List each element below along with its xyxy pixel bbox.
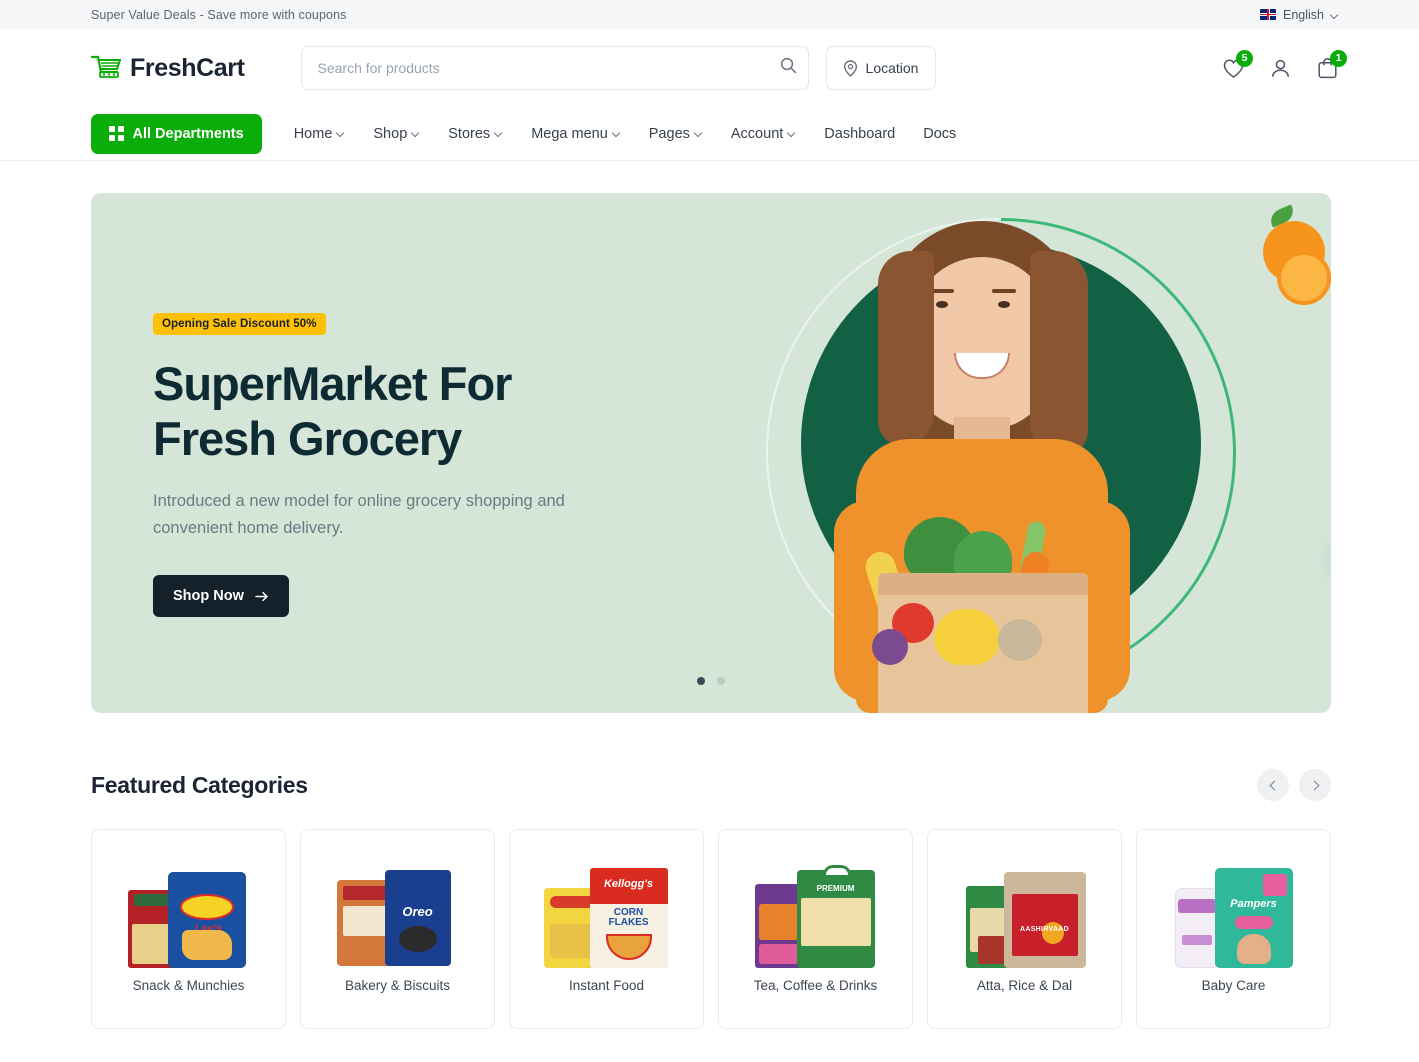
category-label: Snack & Munchies — [132, 977, 245, 993]
chevron-down-icon — [337, 130, 345, 138]
category-image-baby-care: Pampers — [1169, 866, 1299, 970]
hero-subtitle: Introduced a new model for online grocer… — [153, 492, 565, 537]
nav-label: Docs — [923, 125, 957, 142]
hero-title-line1: SuperMarket For — [153, 357, 512, 410]
nav-label: Account — [730, 125, 784, 142]
hero-illustration: Kiwi - 4 pcs 4.9 ( 3450 reviews ) Delive… — [691, 193, 1331, 713]
carousel-dot-1[interactable] — [697, 677, 705, 685]
search-icon — [780, 57, 796, 74]
search-input[interactable] — [300, 46, 809, 90]
hero-copy: Opening Sale Discount 50% SuperMarket Fo… — [153, 313, 673, 618]
category-card-tea-coffee[interactable]: PREMIUM Tea, Coffee & Drinks — [718, 829, 913, 1029]
nav-label: Stores — [448, 125, 491, 142]
nav-label: Shop — [373, 125, 408, 142]
all-departments-button[interactable]: All Departments — [91, 113, 262, 154]
nav-label: Dashboard — [824, 125, 896, 142]
nav-label: Pages — [648, 125, 690, 142]
orange-slice — [1277, 251, 1331, 305]
category-card-bakery[interactable]: Oreo Bakery & Biscuits — [300, 829, 495, 1029]
chevron-down-icon — [495, 130, 503, 138]
chevron-down-icon — [613, 130, 621, 138]
category-label: Atta, Rice & Dal — [976, 977, 1073, 993]
search-button[interactable] — [780, 57, 797, 77]
promo-text: Super Value Deals - Save more with coupo… — [91, 7, 347, 22]
hero-discount-badge: Opening Sale Discount 50% — [153, 313, 326, 335]
nav-label: Mega menu — [531, 125, 608, 142]
location-label: Location — [865, 60, 919, 76]
shop-now-button[interactable]: Shop Now — [153, 575, 289, 618]
uk-flag-icon — [1260, 9, 1276, 20]
nav-item-home[interactable]: Home — [280, 126, 360, 142]
chevron-right-icon — [1309, 780, 1319, 790]
cart-badge: 1 — [1330, 49, 1347, 67]
category-label: Tea, Coffee & Drinks — [753, 977, 878, 993]
categories-next-button[interactable] — [1299, 769, 1331, 801]
wishlist-badge: 5 — [1236, 49, 1253, 67]
carousel-dot-2[interactable] — [717, 677, 725, 685]
category-label: Instant Food — [568, 977, 645, 993]
cart-button[interactable]: 1 — [1316, 49, 1347, 80]
hero-carousel-dots — [697, 677, 725, 685]
nav-item-mega-menu[interactable]: Mega menu — [517, 126, 635, 142]
nav-items: Home Shop Stores Mega menu Pages Account… — [280, 126, 971, 142]
site-header: FreshCart Location 5 — [0, 29, 1419, 107]
category-image-tea-coffee: PREMIUM — [751, 864, 881, 970]
arrow-right-icon — [255, 591, 268, 602]
nav-label: Home — [293, 125, 333, 142]
all-departments-label: All Departments — [132, 125, 244, 142]
shopping-cart-icon — [91, 55, 121, 78]
hero-title: SuperMarket For Fresh Grocery — [153, 357, 673, 466]
map-pin-icon — [843, 59, 857, 77]
category-image-bakery: Oreo — [333, 866, 463, 970]
logo-text: FreshCart — [130, 53, 245, 82]
nav-item-pages[interactable]: Pages — [635, 126, 717, 142]
logo[interactable]: FreshCart — [91, 54, 245, 83]
chevron-down-icon — [412, 130, 420, 138]
featured-categories-section: Featured Categories Lay's Snack & Munchi… — [0, 769, 1419, 1029]
location-button[interactable]: Location — [825, 46, 936, 90]
category-grid: Lay's Snack & Munchies Oreo Bakery & Bis… — [91, 829, 1331, 1029]
wishlist-button[interactable]: 5 — [1222, 49, 1253, 80]
category-image-atta-rice-dal: AASHIRVAAD — [960, 866, 1090, 970]
nav-item-account[interactable]: Account — [717, 126, 810, 142]
shop-now-label: Shop Now — [173, 588, 244, 605]
category-label: Bakery & Biscuits — [344, 977, 451, 993]
announcement-bar: Super Value Deals - Save more with coupo… — [0, 0, 1419, 29]
categories-prev-button[interactable] — [1257, 769, 1289, 801]
carousel-controls — [1257, 769, 1331, 801]
category-image-snack: Lay's — [124, 866, 254, 970]
nav-item-dashboard[interactable]: Dashboard — [810, 126, 909, 142]
grid-icon — [109, 126, 124, 141]
chevron-left-icon — [1269, 780, 1279, 790]
header-actions: 5 1 — [1222, 49, 1347, 80]
hero-title-line2: Fresh Grocery — [153, 411, 462, 465]
category-card-atta-rice-dal[interactable]: AASHIRVAAD Atta, Rice & Dal — [927, 829, 1122, 1029]
category-card-snack[interactable]: Lay's Snack & Munchies — [91, 829, 286, 1029]
category-card-instant-food[interactable]: Kellogg's CORN FLAKES Instant Food — [509, 829, 704, 1029]
user-icon — [1272, 59, 1289, 77]
hero-area: Opening Sale Discount 50% SuperMarket Fo… — [0, 161, 1419, 713]
language-selector[interactable]: English — [1260, 8, 1339, 22]
nav-item-stores[interactable]: Stores — [434, 126, 517, 142]
search-container — [300, 46, 809, 90]
language-label: English — [1283, 7, 1324, 22]
section-title: Featured Categories — [91, 771, 308, 798]
chevron-down-icon — [788, 130, 796, 138]
model-illustration — [826, 221, 1156, 713]
account-button[interactable] — [1269, 57, 1292, 80]
category-label: Baby Care — [1201, 977, 1266, 993]
featured-categories-header: Featured Categories — [91, 769, 1331, 801]
main-navigation: All Departments Home Shop Stores Mega me… — [0, 107, 1419, 161]
category-card-baby-care[interactable]: Pampers Baby Care — [1136, 829, 1331, 1029]
hero-banner: Opening Sale Discount 50% SuperMarket Fo… — [91, 193, 1331, 713]
chevron-down-icon — [1331, 11, 1339, 19]
nav-item-shop[interactable]: Shop — [359, 126, 434, 142]
category-image-instant-food: Kellogg's CORN FLAKES — [542, 866, 672, 970]
nav-item-docs[interactable]: Docs — [909, 126, 970, 142]
chevron-down-icon — [695, 130, 703, 138]
